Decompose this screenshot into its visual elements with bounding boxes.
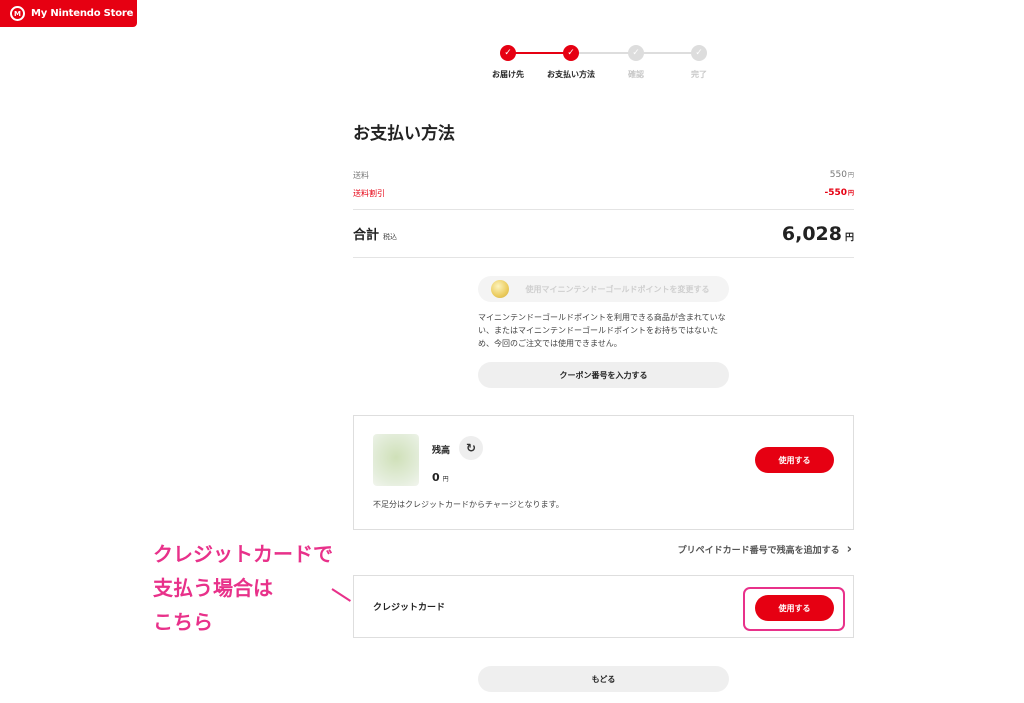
annotation-highlight-box <box>743 587 845 631</box>
total-amount: 6,028 円 <box>782 223 854 245</box>
currency-label: 円 <box>847 172 854 179</box>
change-gold-points-label: 使用マイニンテンドーゴールドポイントを変更する <box>525 284 710 294</box>
gold-points-note: マイニンテンドーゴールドポイントを利用できる商品が含まれていない、またはマイニン… <box>478 313 726 348</box>
annotation-line-2: 支払う場合は <box>153 576 273 600</box>
total-value: 6,028 <box>781 223 842 245</box>
use-balance-button[interactable]: 使用する <box>755 447 834 473</box>
balance-amount: 0円 <box>432 471 449 484</box>
refresh-icon[interactable]: ↻ <box>459 436 483 460</box>
gold-coin-icon <box>491 280 509 298</box>
total-label: 合計 税込 <box>353 224 397 243</box>
my-nintendo-logo-icon: M <box>10 6 25 21</box>
add-prepaid-balance-label: プリペイドカード番号で残高を追加する <box>677 546 840 556</box>
balance-value: 0 <box>432 471 440 484</box>
shipping-discount-label: 送料割引 <box>353 189 385 198</box>
check-icon: ✓ <box>563 45 579 61</box>
balance-note: 不足分はクレジットカードからチャージとなります。 <box>373 500 564 509</box>
step-label-complete: 完了 <box>691 70 707 79</box>
store-name: My Nintendo Store <box>31 8 134 19</box>
check-icon: ✓ <box>691 45 707 61</box>
annotation-line-1: クレジットカードで <box>153 542 333 566</box>
progress-line-complete <box>508 52 571 54</box>
enter-coupon-button[interactable]: クーポン番号を入力する <box>478 362 729 388</box>
currency-label: 円 <box>442 476 449 483</box>
step-label-shipping: お届け先 <box>492 70 524 79</box>
add-prepaid-balance-link[interactable]: プリペイドカード番号で残高を追加する › <box>678 542 852 557</box>
balance-thumbnail <box>373 434 419 486</box>
step-label-payment: お支払い方法 <box>547 70 595 79</box>
shipping-discount-row: 送料割引 -550円 <box>353 188 854 199</box>
shipping-fee-value: 550 <box>829 170 847 180</box>
divider <box>353 209 854 210</box>
shipping-discount-value: -550 <box>824 188 847 198</box>
shipping-fee-row: 送料 550円 <box>353 170 854 181</box>
checkout-progress: ✓ ✓ ✓ ✓ お届け先 お支払い方法 確認 完了 <box>480 44 720 84</box>
credit-card-label: クレジットカード <box>373 603 446 613</box>
annotation-callout: クレジットカードで 支払う場合は こちら <box>153 537 368 639</box>
back-button[interactable]: もどる <box>478 666 729 692</box>
shipping-fee-label: 送料 <box>353 171 369 180</box>
page-title: お支払い方法 <box>353 124 455 144</box>
nintendo-balance-card: 残高 ↻ 0円 使用する 不足分はクレジットカードからチャージとなります。 <box>353 415 854 530</box>
change-gold-points-button[interactable]: 使用マイニンテンドーゴールドポイントを変更する <box>478 276 729 302</box>
divider <box>353 257 854 258</box>
chevron-right-icon: › <box>846 542 852 557</box>
check-icon: ✓ <box>500 45 516 61</box>
balance-label: 残高 <box>432 446 451 456</box>
annotation-line-3: こちら <box>153 610 213 634</box>
currency-label: 円 <box>844 233 854 243</box>
total-title: 合計 <box>353 228 380 243</box>
check-icon: ✓ <box>628 45 644 61</box>
tax-included-label: 税込 <box>383 233 398 241</box>
my-nintendo-store-logo[interactable]: M My Nintendo Store <box>0 0 137 27</box>
currency-label: 円 <box>847 190 854 197</box>
step-label-confirm: 確認 <box>628 70 644 79</box>
